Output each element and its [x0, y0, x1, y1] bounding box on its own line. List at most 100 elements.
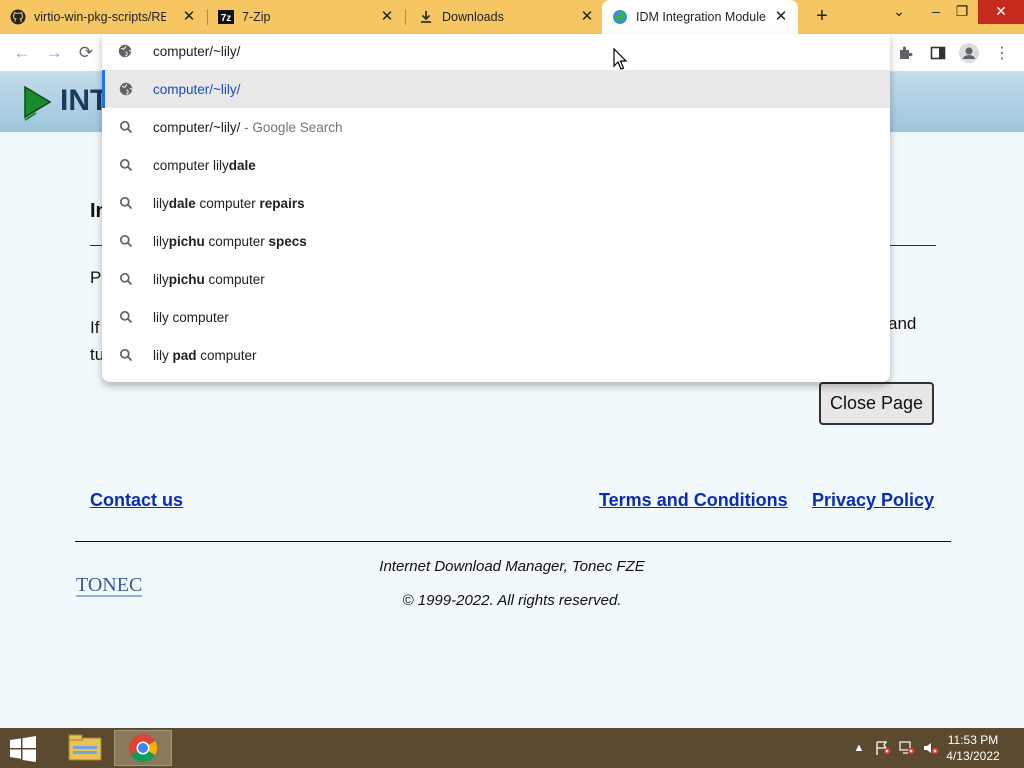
footer-company: Internet Download Manager, Tonec FZE	[379, 558, 645, 575]
suggestion-text-part: pichu	[168, 271, 205, 287]
suggestion-text-part: specs	[268, 233, 307, 249]
suggestion-text-part: pichu	[168, 233, 205, 249]
search-icon	[118, 157, 134, 173]
search-icon	[118, 347, 134, 363]
suggestion-text-part: computer	[196, 347, 257, 363]
tab-title: IDM Integration Module	[636, 10, 766, 24]
close-page-button[interactable]: Close Page	[819, 382, 934, 425]
contact-us-link[interactable]: Contact us	[90, 490, 183, 511]
restore-icon[interactable]: ❐	[946, 0, 978, 24]
menu-kebab-icon[interactable]: ⋮	[992, 43, 1012, 63]
suggestion-text: computer/~lily/ - Google Search	[153, 120, 342, 135]
suggestion-text: computer/~lily/	[153, 82, 240, 97]
suggestion-text: lilydale computer repairs	[153, 196, 305, 211]
back-icon[interactable]: ←	[12, 43, 32, 63]
download-icon	[418, 9, 434, 25]
omnibox-dropdown: computer/~lily/ computer/~lily/computer/…	[102, 34, 890, 382]
profile-avatar-icon[interactable]	[959, 43, 979, 63]
suggestion-text-part: lily	[153, 347, 173, 363]
tab-downloads[interactable]: Downloads ✕	[418, 0, 604, 34]
omnibox-suggestion[interactable]: lily computer	[102, 298, 890, 336]
7zip-icon: 7z	[218, 9, 234, 25]
idm-globe-icon	[612, 9, 628, 25]
search-icon	[118, 271, 134, 287]
suggestion-text: lilypichu computer	[153, 272, 265, 287]
suggestion-text-part: computer	[204, 271, 265, 287]
tab-7zip[interactable]: 7z 7-Zip ✕	[218, 0, 404, 34]
mouse-cursor-icon	[613, 47, 628, 75]
suggestion-text-part: - Google Search	[240, 119, 343, 135]
suggestion-text: lily computer	[153, 310, 229, 325]
suggestion-text-part: computer lily	[153, 157, 229, 173]
action-center-flag-icon[interactable]	[874, 740, 892, 756]
close-tab-icon[interactable]: ✕	[182, 9, 196, 24]
suggestion-text-part: dale	[168, 195, 196, 211]
system-clock[interactable]: 11:53 PM 4/13/2022	[938, 732, 1008, 764]
tab-idm-integration[interactable]: IDM Integration Module ✕	[602, 0, 798, 34]
tab-strip: virtio-win-pkg-scripts/RE ✕ 7z 7-Zip ✕ D…	[0, 0, 1024, 34]
globe-icon	[118, 81, 134, 97]
tray-expand-icon[interactable]: ▲	[850, 740, 868, 756]
suggestion-text: lily pad computer	[153, 348, 257, 363]
suggestion-text: computer lilydale	[153, 158, 256, 173]
footer-copyright: © 1999-2022. All rights reserved.	[402, 592, 622, 609]
taskbar: ▲ 11:53 PM 4/13/2022	[0, 728, 1024, 768]
omnibox-suggestion[interactable]: computer/~lily/	[102, 70, 890, 108]
suggestion-text-part: lily computer	[153, 309, 229, 325]
suggestion-text: lilypichu computer specs	[153, 234, 307, 249]
tab-title: Downloads	[442, 10, 504, 24]
network-icon[interactable]	[898, 740, 916, 756]
suggestion-text-part: computer/~lily/	[153, 81, 241, 97]
extensions-icon[interactable]	[896, 43, 916, 63]
omnibox-suggestion[interactable]: lilypichu computer specs	[102, 222, 890, 260]
suggestion-text-part: dale	[228, 157, 256, 173]
suggestion-text-part: lily	[153, 271, 169, 287]
search-icon	[118, 195, 134, 211]
tab-search-icon[interactable]: ⌄	[883, 0, 915, 24]
tab-title: virtio-win-pkg-scripts/RE	[34, 10, 166, 24]
omnibox-suggestion[interactable]: lilypichu computer	[102, 260, 890, 298]
omnibox-suggestion[interactable]: lily pad computer	[102, 336, 890, 374]
side-panel-icon[interactable]	[928, 43, 948, 63]
footer-divider	[75, 541, 951, 542]
omnibox-text: computer/~lily/	[153, 44, 241, 59]
file-explorer-icon[interactable]	[56, 730, 114, 766]
paragraph-1: P	[90, 268, 102, 287]
suggestion-text-part: lily	[153, 233, 169, 249]
tab-title: 7-Zip	[242, 10, 271, 24]
github-icon	[10, 9, 26, 25]
suggestion-text-part: computer/~lily/	[153, 119, 241, 135]
7zip-badge-text: 7z	[221, 13, 232, 24]
reload-icon[interactable]: ⟳	[76, 43, 96, 63]
forward-icon[interactable]: →	[44, 43, 64, 63]
globe-icon	[118, 44, 134, 60]
terms-link[interactable]: Terms and Conditions	[599, 490, 788, 511]
clock-date: 4/13/2022	[946, 749, 1000, 763]
idm-logo-icon	[22, 84, 52, 127]
search-icon	[118, 309, 134, 325]
tab-separator	[405, 9, 406, 25]
tab-separator	[207, 9, 208, 25]
close-tab-icon[interactable]: ✕	[774, 9, 788, 24]
omnibox-suggestion[interactable]: lilydale computer repairs	[102, 184, 890, 222]
search-icon	[118, 119, 134, 135]
tab-virtio[interactable]: virtio-win-pkg-scripts/RE ✕	[10, 0, 206, 34]
omnibox-suggestion[interactable]: computer lilydale	[102, 146, 890, 184]
close-tab-icon[interactable]: ✕	[580, 9, 594, 24]
paragraph-2-end: and	[888, 314, 917, 333]
new-tab-icon[interactable]: +	[810, 5, 834, 29]
suggestion-text-part: lily	[153, 195, 169, 211]
windows-start-icon[interactable]	[8, 736, 38, 762]
suggestion-text-part: repairs	[259, 195, 305, 211]
privacy-policy-link[interactable]: Privacy Policy	[812, 490, 934, 511]
suggestion-text-part: computer	[204, 233, 269, 249]
chrome-taskbar-icon[interactable]	[114, 730, 172, 766]
search-icon	[118, 233, 134, 249]
clock-time: 11:53 PM	[947, 733, 999, 747]
omnibox-suggestion[interactable]: computer/~lily/ - Google Search	[102, 108, 890, 146]
close-window-icon[interactable]: ✕	[978, 0, 1024, 24]
suggestion-text-part: computer	[195, 195, 260, 211]
omnibox[interactable]: computer/~lily/	[102, 34, 890, 70]
close-tab-icon[interactable]: ✕	[380, 9, 394, 24]
suggestion-text-part: pad	[172, 347, 197, 363]
